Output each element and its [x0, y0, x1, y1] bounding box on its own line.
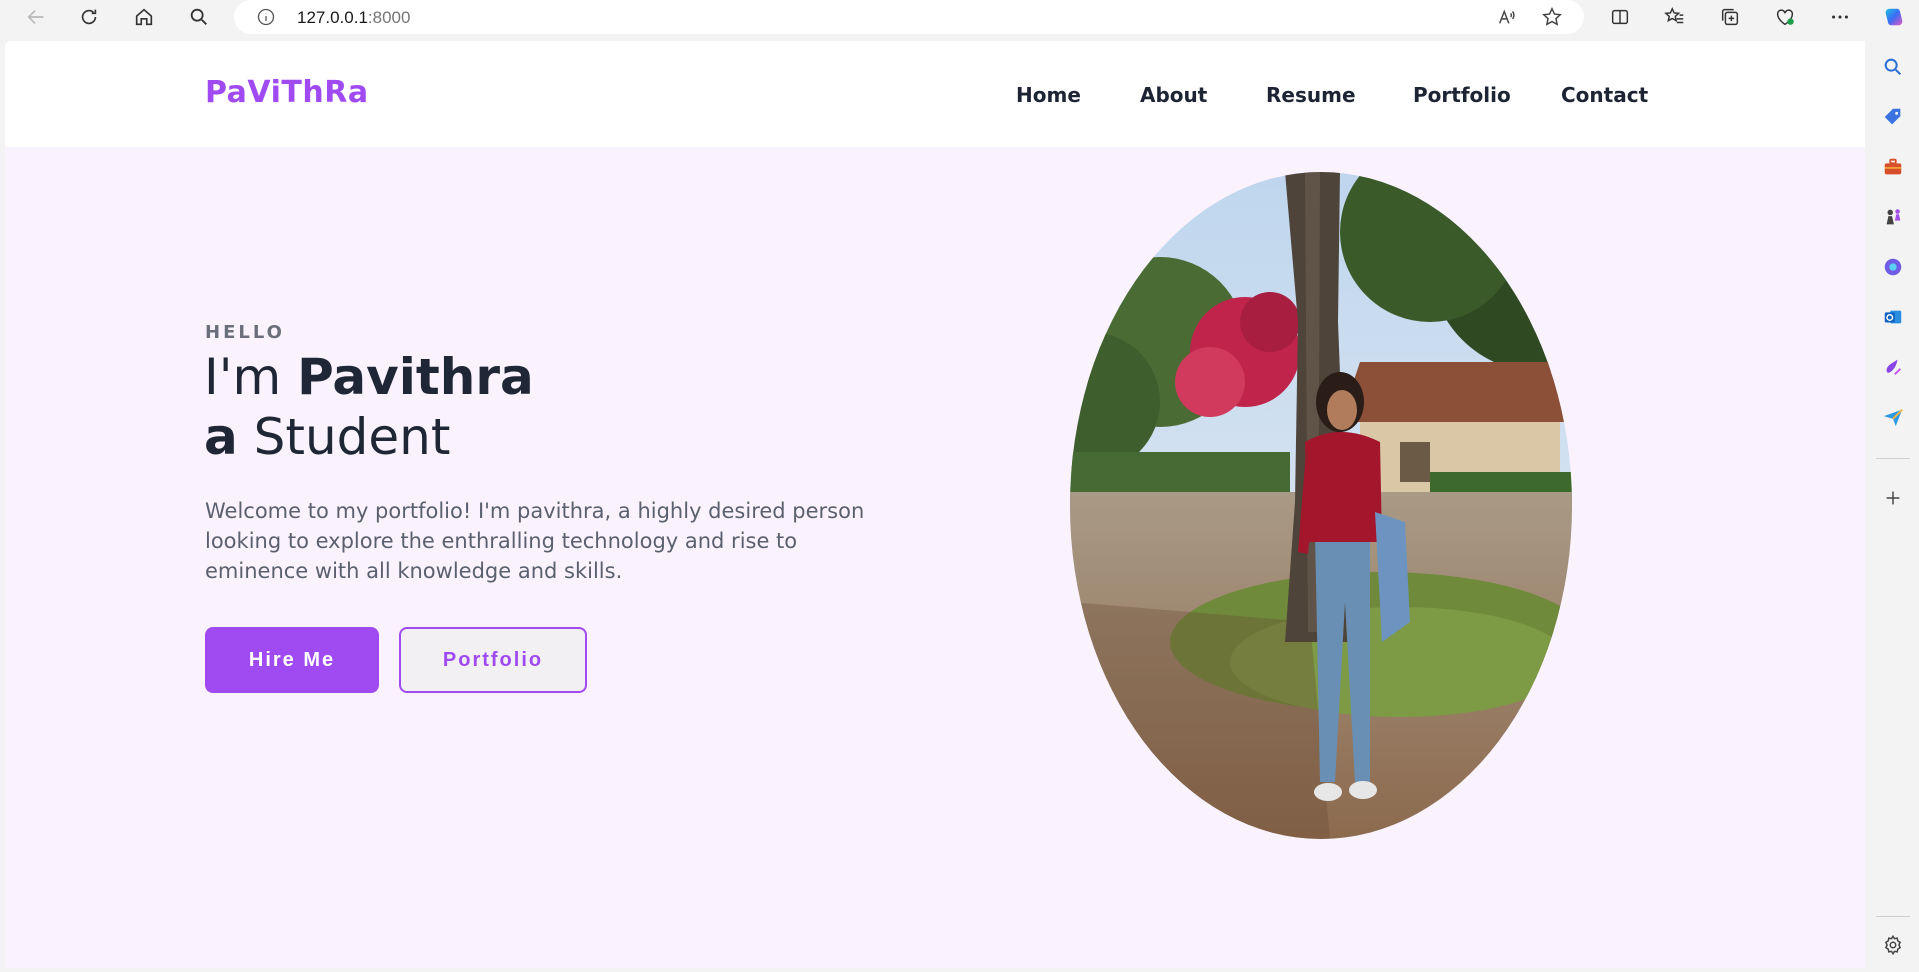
url-host: 127.0.0.1	[297, 8, 368, 27]
drop-icon[interactable]	[1881, 355, 1905, 379]
refresh-icon[interactable]	[73, 1, 105, 33]
nav-link-home[interactable]: Home	[1016, 83, 1081, 107]
shopping-tag-icon[interactable]	[1881, 105, 1905, 129]
split-screen-icon[interactable]	[1604, 1, 1636, 33]
nav-link-portfolio[interactable]: Portfolio	[1413, 83, 1511, 107]
copilot-apps-icon[interactable]	[1881, 255, 1905, 279]
settings-icon[interactable]	[1881, 933, 1905, 957]
browser-sidebar	[1866, 36, 1919, 972]
add-icon[interactable]	[1881, 486, 1905, 510]
hero-description: Welcome to my portfolio! I'm pavithra, a…	[205, 499, 865, 583]
address-bar[interactable]: 127.0.0.1:8000	[234, 0, 1584, 34]
search-icon[interactable]	[1881, 55, 1905, 79]
sidebar-divider	[1876, 916, 1910, 917]
search-icon[interactable]	[183, 1, 215, 33]
chess-icon[interactable]	[1881, 205, 1905, 229]
hero-greeting: HELLO	[205, 322, 285, 343]
nav-link-about[interactable]: About	[1140, 83, 1207, 107]
read-aloud-icon[interactable]	[1496, 6, 1518, 28]
headline-intro: I'm	[204, 348, 298, 406]
profile-photo	[1070, 172, 1572, 839]
profile-photo-illustration	[1070, 172, 1572, 839]
url-text[interactable]: 127.0.0.1:8000	[297, 8, 410, 28]
hero-headline: I'm Pavithra a Student	[204, 347, 534, 467]
outlook-icon[interactable]	[1881, 305, 1905, 329]
site-logo[interactable]: PaViThRa	[205, 75, 369, 110]
favorites-icon[interactable]	[1659, 1, 1691, 33]
more-icon[interactable]	[1824, 1, 1856, 33]
sidebar-divider	[1876, 458, 1910, 459]
portfolio-button[interactable]: Portfolio	[399, 627, 587, 693]
url-port: :8000	[367, 8, 411, 27]
nav-link-contact[interactable]: Contact	[1561, 83, 1648, 107]
page-viewport: PaViThRa Home About Resume Portfolio Con…	[5, 41, 1865, 968]
site-info-icon[interactable]	[256, 7, 276, 27]
browser-essentials-icon[interactable]	[1769, 1, 1801, 33]
headline-role: Student	[237, 408, 451, 466]
back-icon[interactable]	[20, 1, 52, 33]
copilot-icon[interactable]	[1878, 1, 1910, 33]
collections-icon[interactable]	[1714, 1, 1746, 33]
headline-article: a	[204, 408, 238, 466]
hire-me-button[interactable]: Hire Me	[205, 627, 379, 693]
site-header: PaViThRa Home About Resume Portfolio Con…	[5, 41, 1865, 147]
tools-icon[interactable]	[1881, 155, 1905, 179]
headline-name: Pavithra	[297, 348, 534, 406]
send-icon[interactable]	[1881, 405, 1905, 429]
browser-toolbar: 127.0.0.1:8000	[0, 0, 1919, 36]
favorite-star-icon[interactable]	[1541, 6, 1563, 28]
nav-link-resume[interactable]: Resume	[1266, 83, 1356, 107]
home-icon[interactable]	[128, 1, 160, 33]
